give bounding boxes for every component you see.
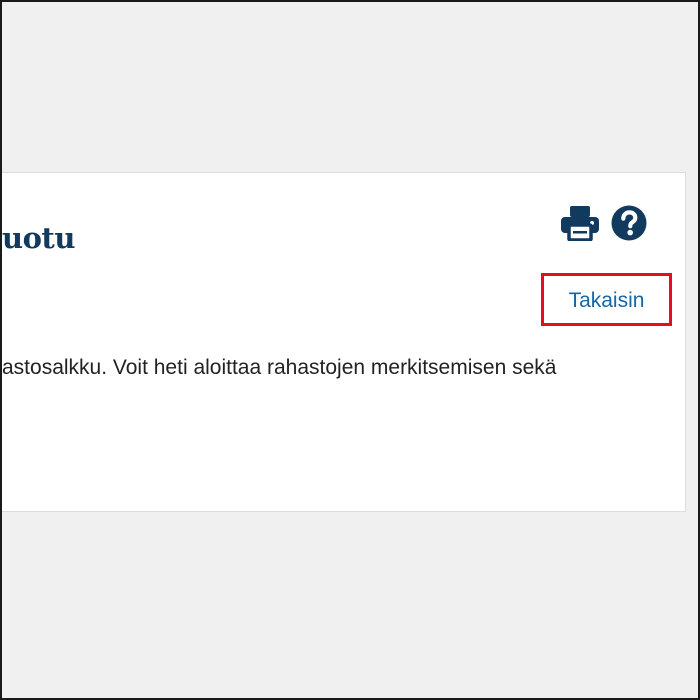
- intro-text: astosalkku. Voit heti aloittaa rahastoje…: [2, 356, 557, 379]
- back-link-highlight: Takaisin: [541, 273, 672, 326]
- page-title: uotu: [2, 221, 75, 255]
- print-icon: [561, 206, 599, 242]
- back-link[interactable]: Takaisin: [544, 288, 669, 314]
- help-button[interactable]: [611, 205, 647, 241]
- help-icon: [611, 205, 647, 241]
- print-button[interactable]: [560, 205, 600, 242]
- screenshot-frame: uotu Takaisin astosalkku. Voit heti aloi…: [0, 0, 700, 700]
